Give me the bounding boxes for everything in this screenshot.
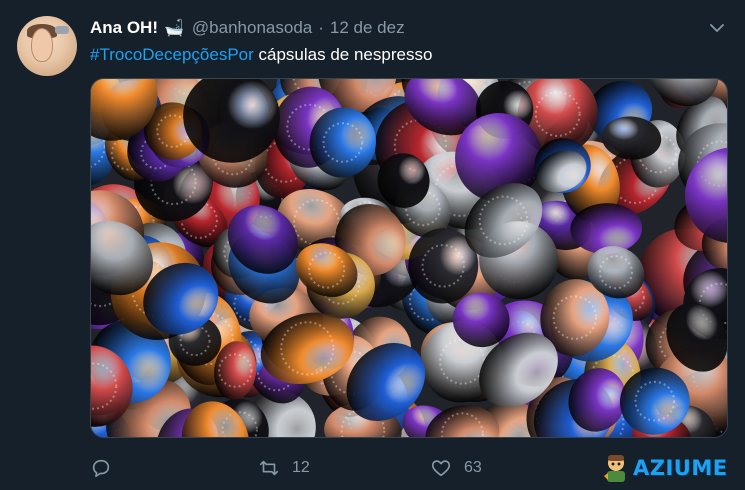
tweet-header: Ana OH! 🛁 @banhonasoda · 12 de dez	[90, 17, 405, 39]
avatar-shower-head	[55, 26, 69, 34]
tweet-date[interactable]: 12 de dez	[330, 18, 405, 38]
tweet-body: cápsulas de nespresso	[253, 45, 433, 64]
reply-icon	[92, 459, 110, 478]
avatar[interactable]	[17, 16, 77, 76]
hashtag-link[interactable]: #TrocoDecepçõesPor	[90, 45, 254, 64]
retweet-button[interactable]: 12	[258, 457, 310, 479]
author-handle[interactable]: @banhonasoda	[192, 18, 312, 38]
heart-icon	[431, 460, 451, 477]
like-count: 63	[464, 459, 482, 476]
tweet-image[interactable]	[90, 78, 728, 438]
avatar-face	[31, 28, 53, 62]
reply-button[interactable]	[90, 457, 124, 479]
chevron-down-icon[interactable]	[709, 20, 725, 36]
mascot-icon	[604, 455, 625, 482]
bathtub-emoji-icon: 🛁	[164, 20, 184, 37]
aziume-watermark: AZIUME	[601, 452, 728, 484]
capsules-photo	[91, 79, 727, 437]
like-button[interactable]: 63	[430, 457, 482, 479]
tweet-text: #TrocoDecepçõesPor cápsulas de nespresso	[90, 45, 432, 65]
separator-dot: ·	[318, 18, 324, 37]
retweet-count: 12	[292, 459, 310, 476]
tweet-actions: 12 63	[90, 455, 482, 481]
author-name[interactable]: Ana OH!	[90, 18, 158, 38]
watermark-text: AZIUME	[633, 456, 728, 480]
retweet-icon	[259, 460, 279, 476]
